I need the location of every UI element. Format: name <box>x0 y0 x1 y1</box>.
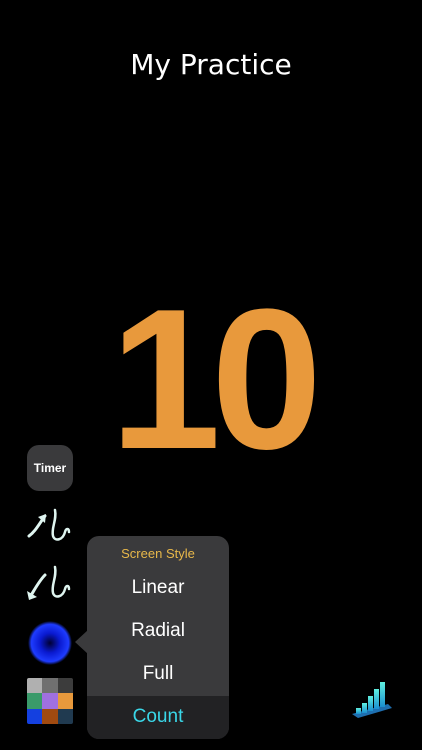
count-up-button[interactable] <box>25 506 73 546</box>
radial-blue-dot-icon <box>28 621 72 665</box>
screen-style-popover: Screen Style Linear Radial Full Count <box>87 536 229 739</box>
palette-swatch <box>42 693 58 709</box>
timer-button-label: Timer <box>33 461 67 475</box>
palette-swatch <box>57 678 73 694</box>
palette-swatch <box>57 708 73 724</box>
style-option-full[interactable]: Full <box>87 653 229 695</box>
style-option-count[interactable]: Count <box>87 696 229 739</box>
style-option-radial[interactable]: Radial <box>87 610 229 652</box>
screen-style-button[interactable] <box>27 620 73 666</box>
color-palette-button[interactable] <box>27 678 73 724</box>
palette-swatch <box>27 678 43 694</box>
statistics-button[interactable] <box>348 676 396 724</box>
palette-swatch <box>42 678 58 694</box>
palette-swatch <box>57 693 73 709</box>
palette-swatch <box>27 708 43 724</box>
arrow-down-wave-icon <box>27 565 71 600</box>
page-title: My Practice <box>130 48 292 81</box>
style-option-linear[interactable]: Linear <box>87 567 229 609</box>
arrow-up-wave-icon <box>27 508 71 541</box>
count-down-button[interactable] <box>25 563 73 603</box>
palette-swatch <box>42 708 58 724</box>
popover-header: Screen Style <box>121 546 195 561</box>
timer-button[interactable]: Timer <box>27 445 73 491</box>
palette-swatch <box>27 693 43 709</box>
bar-chart-stairs-icon <box>352 682 392 718</box>
